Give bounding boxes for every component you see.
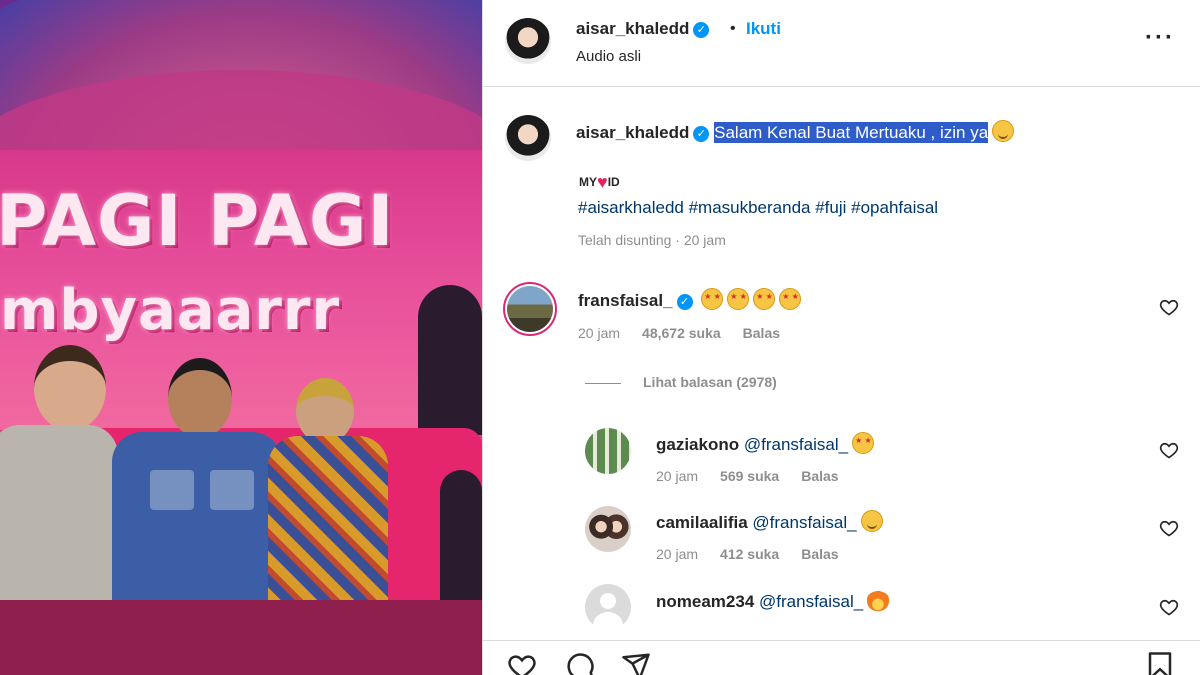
star-struck-emoji-icon xyxy=(753,288,776,310)
show-sign-title: PAGI PAGI xyxy=(0,180,395,262)
fire-emoji-icon xyxy=(867,589,890,611)
action-bar xyxy=(483,640,1200,675)
separator-dot: • xyxy=(730,20,736,37)
reply-username[interactable]: gaziakono xyxy=(656,435,739,454)
header-divider xyxy=(483,86,1200,87)
reply-mention[interactable]: @fransfaisal_ xyxy=(752,513,856,532)
post-sidebar: aisar_khaledd ✓ • Ikuti Audio asli ··· ai… xyxy=(482,0,1200,675)
comment-fransfaisal: fransfaisal_ ✓ xyxy=(578,288,802,311)
reply-nomeam234: nomeam234 @fransfaisal_ xyxy=(656,589,890,612)
reply-avatar[interactable] xyxy=(585,506,631,552)
comment-username[interactable]: fransfaisal_ xyxy=(578,291,673,310)
reply-mention[interactable]: @fransfaisal_ xyxy=(744,435,848,454)
view-replies-button[interactable]: Lihat balasan (2978) xyxy=(585,374,777,390)
comment-time: 20 jam xyxy=(578,325,621,341)
caption-edited: Telah disunting · 20 jam xyxy=(578,232,726,248)
more-icon[interactable]: ··· xyxy=(1145,24,1175,52)
reply-likes[interactable]: 569 suka xyxy=(720,468,779,484)
caption: aisar_khaledd ✓ Salam Kenal Buat Mertuaku… xyxy=(576,120,1015,143)
verified-icon: ✓ xyxy=(693,126,710,142)
smile-emoji-icon xyxy=(860,510,883,532)
comment-icon[interactable] xyxy=(565,651,595,675)
star-struck-emoji-icon xyxy=(852,432,875,454)
reply-button[interactable]: Balas xyxy=(801,546,838,562)
bookmark-icon[interactable] xyxy=(1145,651,1175,675)
star-struck-emoji-icon xyxy=(727,288,750,310)
post-video[interactable]: PAGI PAGI mbyaaarrr xyxy=(0,0,482,675)
reply-button[interactable]: Balas xyxy=(801,468,838,484)
grin-emoji-icon xyxy=(992,120,1015,142)
audio-label[interactable]: Audio asli xyxy=(576,48,641,65)
heart-icon[interactable] xyxy=(1159,518,1179,538)
heart-icon[interactable] xyxy=(1159,297,1179,317)
author-username-text[interactable]: aisar_khaledd xyxy=(576,19,689,38)
reply-button[interactable]: Balas xyxy=(743,325,780,341)
comment-avatar[interactable] xyxy=(503,282,557,336)
background-person xyxy=(418,285,482,435)
caption-hashtags[interactable]: #aisarkhaledd #masukberanda #fuji #opahf… xyxy=(578,198,938,218)
caption-author-avatar[interactable] xyxy=(505,115,551,161)
author-username[interactable]: aisar_khaledd ✓ xyxy=(576,19,710,39)
caption-text: Salam Kenal Buat Mertuaku , izin ya xyxy=(714,122,989,143)
follow-button[interactable]: Ikuti xyxy=(746,19,781,39)
stage-floor xyxy=(0,600,482,675)
myid-line: MY♥ID xyxy=(579,172,620,193)
reply-likes[interactable]: 412 suka xyxy=(720,546,779,562)
reply-meta: 20 jam 412 suka Balas xyxy=(656,546,861,562)
reply-camilaalifia: camilaalifia @fransfaisal_ xyxy=(656,510,883,533)
reply-time: 20 jam xyxy=(656,468,699,484)
heart-icon[interactable] xyxy=(1159,440,1179,460)
reply-avatar[interactable] xyxy=(585,584,631,630)
star-struck-emoji-icon xyxy=(779,288,802,310)
reply-mention[interactable]: @fransfaisal_ xyxy=(759,592,863,611)
like-heart-icon[interactable] xyxy=(507,651,537,675)
comment-meta: 20 jam 48,672 suka Balas xyxy=(578,325,802,341)
show-sign-subtitle: mbyaaarrr xyxy=(0,278,341,343)
reply-time: 20 jam xyxy=(656,546,699,562)
author-avatar[interactable] xyxy=(505,18,551,64)
reply-username[interactable]: nomeam234 xyxy=(656,592,754,611)
star-struck-emoji-icon xyxy=(701,288,724,310)
reply-gaziakono: gaziakono @fransfaisal_ xyxy=(656,432,875,455)
verified-icon: ✓ xyxy=(676,294,693,310)
caption-author[interactable]: aisar_khaledd xyxy=(576,123,689,142)
heart-icon[interactable] xyxy=(1159,597,1179,617)
myid-prefix: MY xyxy=(579,175,597,189)
red-heart-emoji-icon: ♥ xyxy=(597,172,608,192)
comment-likes[interactable]: 48,672 suka xyxy=(642,325,721,341)
verified-icon: ✓ xyxy=(693,22,710,38)
myid-suffix: ID xyxy=(607,175,620,189)
reply-username[interactable]: camilaalifia xyxy=(656,513,748,532)
reply-meta: 20 jam 569 suka Balas xyxy=(656,468,861,484)
reply-avatar[interactable] xyxy=(585,428,631,474)
share-icon[interactable] xyxy=(621,651,651,675)
